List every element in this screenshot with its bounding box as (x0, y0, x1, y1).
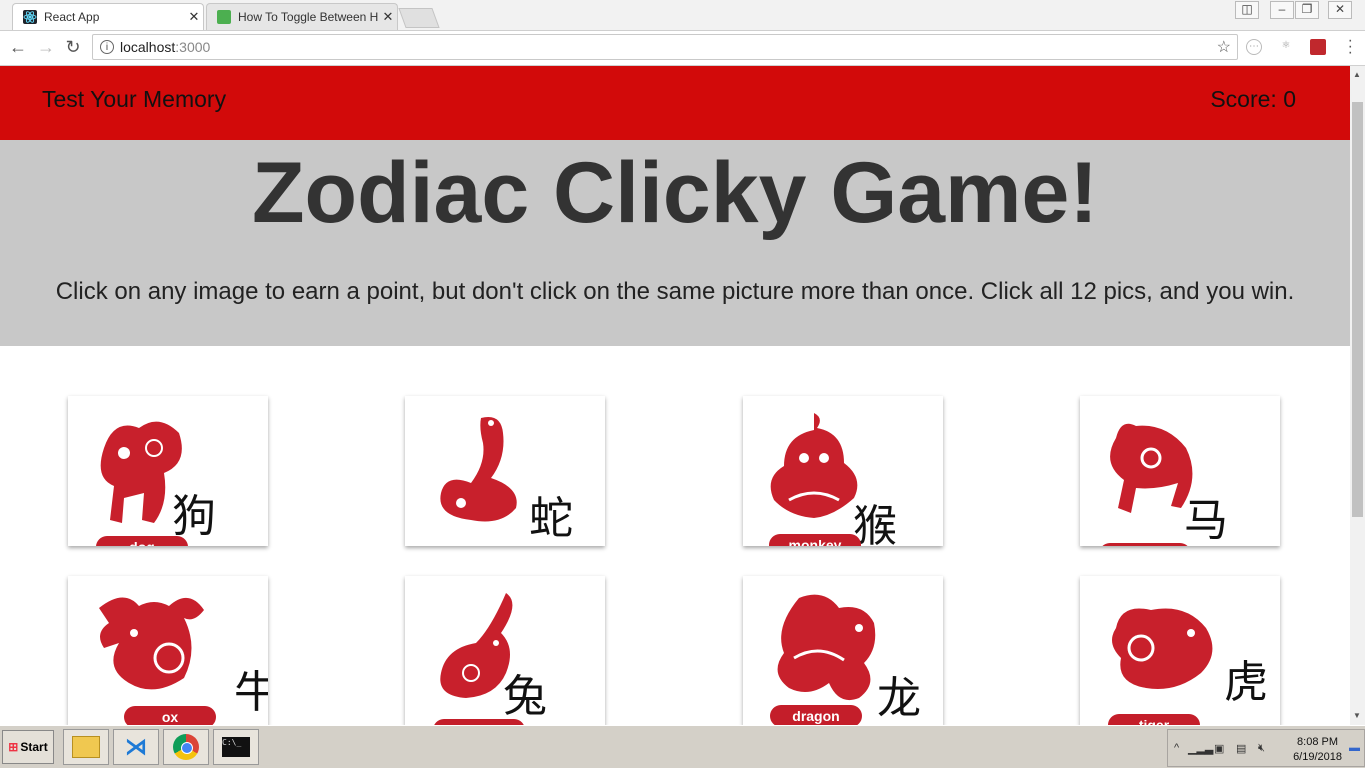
card-tiger[interactable]: 虎 tiger (1080, 576, 1280, 725)
card-hanzi: 兔 (503, 671, 547, 722)
system-tray: ^ ▁▂▃ ▣ ▤ 🔇︎ 8:08 PM 6/19/2018 ▬ (1167, 729, 1365, 767)
tab-toggle-article[interactable]: How To Toggle Between Hi ✕ (206, 3, 398, 30)
extension-red-icon[interactable] (1310, 39, 1326, 55)
card-monkey[interactable]: 猴 monkey (743, 396, 943, 546)
scroll-up-icon[interactable]: ▲ (1353, 70, 1361, 79)
card-hanzi: 龙 (877, 673, 921, 724)
card-horse[interactable]: 马 horse (1080, 396, 1280, 546)
card-rabbit[interactable]: 兔 rabbit (405, 576, 605, 725)
minimize-icon[interactable]: – (1270, 1, 1294, 19)
card-ox[interactable]: 牛 ox (68, 576, 268, 725)
page-viewport: Test Your Memory Score: 0 Zodiac Clicky … (0, 66, 1350, 725)
signal-icon[interactable]: ▁▂▃ (1188, 742, 1213, 755)
volume-muted-icon[interactable]: 🔇︎ (1258, 742, 1265, 755)
browser-toolbar: ← → ↻ i localhost :3000 ☆ ⋯ ⚛ · · · (0, 31, 1365, 66)
system-clock[interactable]: 8:08 PM 6/19/2018 (1293, 735, 1342, 765)
tab-title: How To Toggle Between Hi (238, 10, 379, 24)
tab-react-app[interactable]: React App ✕ (12, 3, 204, 30)
react-favicon-icon (23, 10, 37, 24)
card-label: dog (96, 536, 188, 546)
browser-tab-strip: React App ✕ How To Toggle Between Hi ✕ ◫… (0, 0, 1365, 31)
windows-logo-icon: ⊞ (8, 740, 19, 754)
card-dog[interactable]: 狗 dog (68, 396, 268, 546)
address-bar[interactable]: i localhost :3000 ☆ (92, 34, 1238, 60)
extension-icon[interactable]: ⋯ (1246, 39, 1262, 55)
w3schools-favicon-icon (217, 10, 231, 24)
file-explorer-icon[interactable] (63, 729, 109, 765)
tiger-papercut-icon (1112, 608, 1213, 689)
tab-title: React App (44, 10, 100, 24)
scroll-down-icon[interactable]: ▼ (1353, 711, 1361, 720)
navbar: Test Your Memory Score: 0 (0, 66, 1350, 140)
terminal-icon[interactable]: C:\_ (213, 729, 259, 765)
close-window-icon[interactable]: ✕ (1328, 1, 1352, 19)
brand-title[interactable]: Test Your Memory (42, 86, 226, 113)
close-tab-icon[interactable]: ✕ (185, 9, 203, 25)
tray-expand-icon[interactable]: ^ (1174, 742, 1179, 754)
browser-menu-icon[interactable]: · · · (1348, 33, 1353, 61)
address-port: :3000 (175, 39, 211, 55)
start-button[interactable]: ⊞ Start (2, 730, 54, 764)
scrollbar-thumb[interactable] (1352, 102, 1363, 517)
start-label: Start (20, 740, 48, 754)
site-info-icon[interactable]: i (100, 40, 114, 54)
close-tab-icon[interactable]: ✕ (379, 9, 397, 25)
address-host: localhost (120, 39, 176, 55)
os-taskbar: ⊞ Start ⋊ C:\_ ^ ▁▂▃ ▣ ▤ 🔇︎ 8:08 PM 6/19/… (0, 725, 1365, 768)
network-icon[interactable]: ▣ (1214, 742, 1224, 755)
restore-icon[interactable]: ❐ (1295, 1, 1319, 19)
card-hanzi: 蛇 (529, 493, 573, 544)
back-icon[interactable]: ← (8, 37, 28, 57)
vscode-icon[interactable]: ⋊ (113, 729, 159, 765)
react-devtools-icon[interactable]: ⚛ (1278, 39, 1294, 55)
card-dragon[interactable]: 龙 dragon (743, 576, 943, 725)
score-display: Score: 0 (1210, 86, 1296, 112)
card-label: ox (124, 706, 216, 725)
show-desktop-icon[interactable]: ▬ (1349, 742, 1360, 754)
forward-icon[interactable]: → (36, 37, 56, 57)
card-hanzi: 虎 (1224, 657, 1268, 708)
bookmark-star-icon[interactable]: ☆ (1217, 37, 1231, 57)
new-tab-button[interactable] (398, 8, 440, 28)
page-scrollbar[interactable]: ▲ ▼ (1350, 66, 1365, 725)
card-hanzi: 牛 (234, 667, 268, 718)
user-profile-icon[interactable]: ◫ (1235, 1, 1259, 19)
card-label: dragon (770, 705, 862, 725)
card-label: horse (1099, 543, 1191, 546)
dragon-papercut-icon (777, 594, 876, 701)
card-hanzi: 猴 (853, 501, 897, 546)
card-hanzi: 马 (1184, 495, 1228, 546)
card-label: tiger (1108, 714, 1200, 725)
hero-banner: Zodiac Clicky Game! Click on any image t… (0, 140, 1350, 346)
clock-date: 6/19/2018 (1293, 751, 1342, 763)
card-hanzi: 狗 (172, 491, 216, 542)
clock-time: 8:08 PM (1297, 736, 1339, 748)
page-title: Zodiac Clicky Game! (252, 145, 1098, 241)
instructions-text: Click on any image to earn a point, but … (55, 278, 1295, 305)
card-label: monkey (769, 534, 861, 546)
reload-icon[interactable]: ↻ (63, 37, 83, 57)
ox-papercut-icon (99, 597, 204, 690)
snake-papercut-icon (440, 417, 517, 522)
usb-icon[interactable]: ▤ (1236, 742, 1246, 755)
chrome-icon[interactable] (163, 729, 209, 765)
card-snake[interactable]: 蛇 snake (405, 396, 605, 546)
